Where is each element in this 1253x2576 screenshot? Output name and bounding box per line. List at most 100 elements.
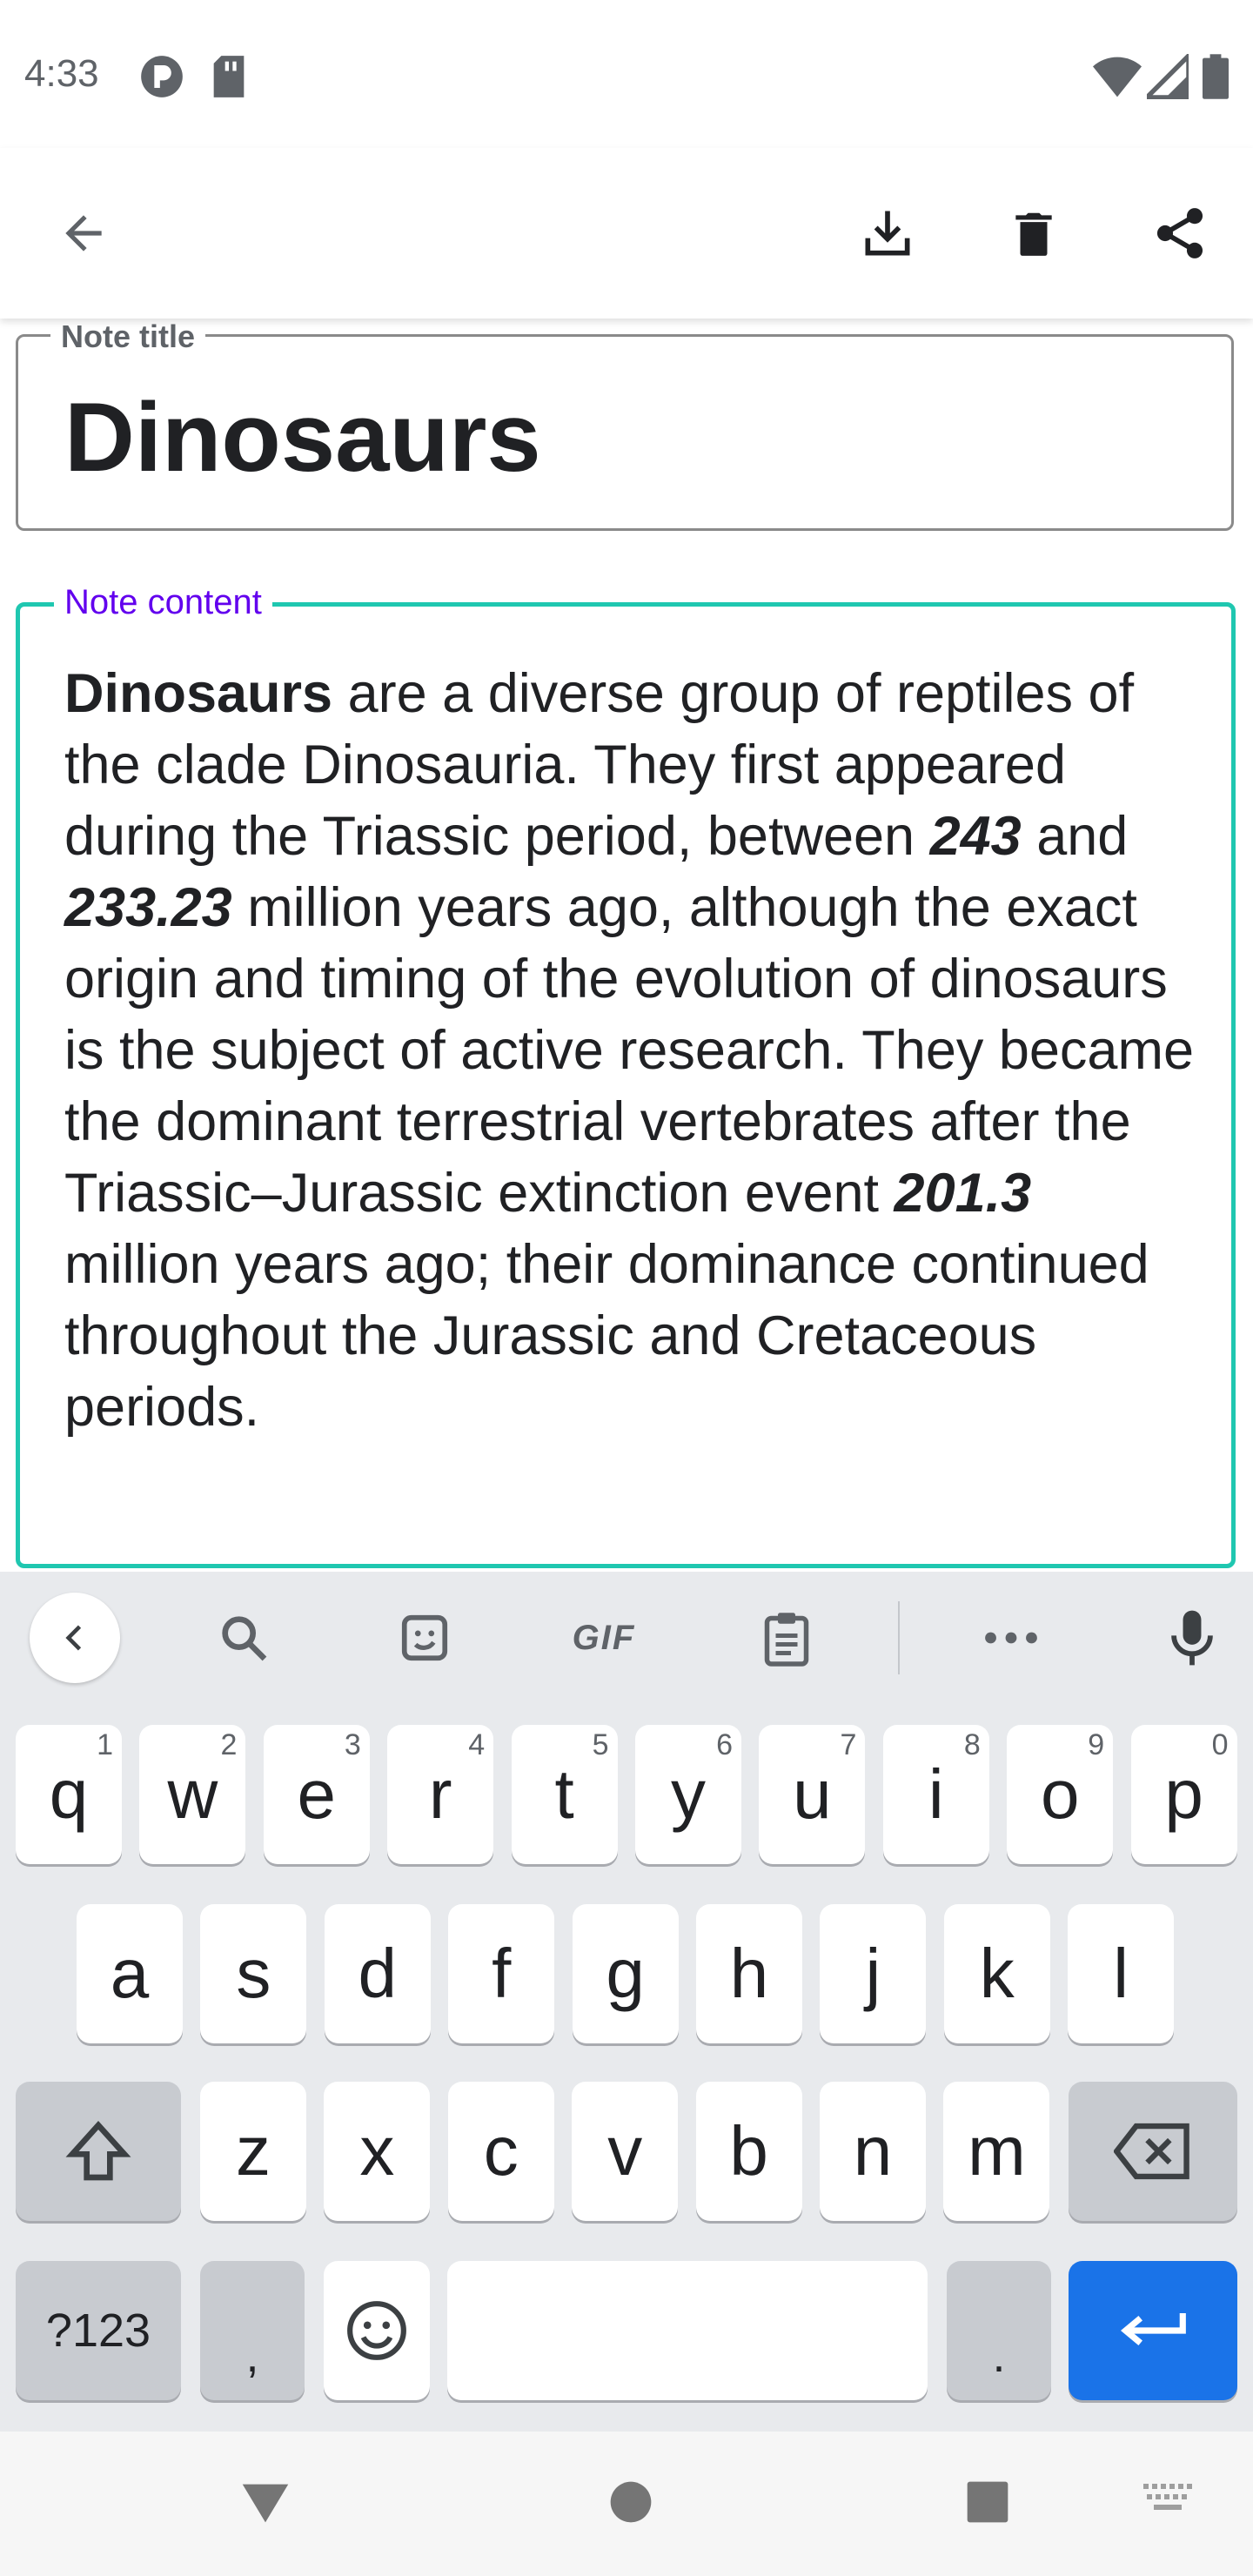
keyboard-gif-button[interactable]: GIF [559, 1593, 649, 1683]
key-i[interactable]: i8 [882, 1725, 989, 1864]
key-label: v [607, 2112, 643, 2190]
keyboard-toolbar: GIF [0, 1572, 1253, 1702]
key-g[interactable]: g [572, 1904, 679, 2043]
key-label: s [236, 1935, 271, 2012]
key-label: u [793, 1755, 832, 1833]
content-text-run: million years ago; their dominance conti… [64, 1234, 1149, 1438]
key-label: t [554, 1755, 574, 1833]
keyboard-sticker-button[interactable] [379, 1593, 470, 1683]
key-label: p [1164, 1755, 1203, 1833]
share-icon [1156, 208, 1203, 258]
wifi-icon [1093, 54, 1142, 104]
key-label: c [483, 2112, 519, 2190]
keyboard-clipboard-button[interactable] [741, 1593, 832, 1683]
key-c[interactable]: c [447, 2082, 554, 2221]
square-recents-icon [967, 2481, 1008, 2523]
content-number: 201.3 [894, 1163, 1032, 1224]
key-hint: 0 [1211, 1728, 1229, 1761]
space-key[interactable] [447, 2261, 928, 2400]
symbols-key[interactable]: ?123 [16, 2261, 181, 2400]
period-key[interactable]: . [947, 2261, 1051, 2400]
key-label: a [110, 1935, 150, 2012]
more-horizontal-icon [985, 1632, 1037, 1644]
keyboard-more-button[interactable] [966, 1593, 1056, 1683]
key-m[interactable]: m [943, 2082, 1050, 2221]
emoji-key[interactable] [324, 2261, 430, 2400]
key-v[interactable]: v [572, 2082, 679, 2221]
keyboard: GIF ?123 , . q1w2e3r4t5y6u7i8o9p0asdfghj… [0, 1572, 1253, 2432]
comma-key[interactable]: , [200, 2261, 305, 2400]
key-label: l [1113, 1935, 1129, 2012]
comma-key-label: , [245, 2330, 259, 2382]
navigation-bar [0, 2432, 1253, 2576]
gif-label: GIF [572, 1618, 636, 1657]
key-p[interactable]: p0 [1130, 1725, 1237, 1864]
keyboard-switch-button[interactable] [1140, 2480, 1196, 2524]
key-label: b [729, 2112, 768, 2190]
key-label: f [492, 1935, 512, 2012]
key-n[interactable]: n [820, 2082, 926, 2221]
emoji-icon [347, 2301, 406, 2360]
key-y[interactable]: y6 [635, 1725, 741, 1864]
sticker-icon [401, 1614, 448, 1661]
back-button[interactable] [31, 181, 136, 285]
key-d[interactable]: d [324, 1904, 431, 2043]
key-x[interactable]: x [324, 2082, 431, 2221]
nav-home-button[interactable] [600, 2472, 661, 2532]
key-hint: 1 [97, 1728, 113, 1761]
key-e[interactable]: e3 [263, 1725, 370, 1864]
share-button[interactable] [1128, 181, 1232, 285]
key-k[interactable]: k [943, 1904, 1050, 2043]
key-o[interactable]: o9 [1007, 1725, 1114, 1864]
key-l[interactable]: l [1068, 1904, 1175, 2043]
key-t[interactable]: t5 [511, 1725, 618, 1864]
circle-home-icon [610, 2481, 652, 2523]
key-w[interactable]: w2 [139, 1725, 246, 1864]
note-title-text[interactable]: Dinosaurs [64, 381, 541, 493]
key-f[interactable]: f [448, 1904, 555, 2043]
battery-icon [1203, 54, 1229, 104]
key-hint: 8 [963, 1728, 981, 1761]
key-h[interactable]: h [696, 1904, 802, 2043]
enter-key[interactable] [1069, 2261, 1237, 2400]
note-content-label: Note content [54, 583, 272, 622]
keyboard-icon [1143, 2484, 1192, 2510]
key-hint: 2 [220, 1728, 238, 1761]
keyboard-search-button[interactable] [198, 1593, 289, 1683]
backspace-icon [1114, 2123, 1189, 2180]
content-number: 233.23 [64, 877, 232, 938]
key-r[interactable]: r4 [387, 1725, 494, 1864]
key-label: z [236, 2112, 271, 2190]
keyboard-voice-button[interactable] [1147, 1593, 1237, 1683]
key-label: w [167, 1755, 218, 1833]
delete-icon [1015, 212, 1052, 256]
keyboard-collapse-button[interactable] [30, 1593, 120, 1683]
content-number: 243 [929, 806, 1022, 867]
note-title-label: Note title [50, 319, 206, 355]
key-b[interactable]: b [695, 2082, 802, 2221]
key-z[interactable]: z [200, 2082, 306, 2221]
content-bold-term: Dinosaurs [64, 663, 333, 724]
backspace-key[interactable] [1069, 2082, 1237, 2221]
shift-key[interactable] [16, 2082, 181, 2221]
microphone-icon [1171, 1610, 1213, 1666]
note-content-text[interactable]: Dinosaurs are a diverse group of reptile… [64, 658, 1196, 1443]
key-label: d [358, 1935, 398, 2012]
key-a[interactable]: a [77, 1904, 183, 2043]
signal-icon [1141, 50, 1191, 104]
key-j[interactable]: j [820, 1904, 927, 2043]
key-label: k [979, 1935, 1015, 2012]
nav-recents-button[interactable] [957, 2472, 1018, 2532]
key-label: j [865, 1935, 881, 2012]
key-hint: 4 [468, 1728, 486, 1761]
nav-back-button[interactable] [235, 2472, 296, 2532]
key-label: o [1040, 1755, 1080, 1833]
key-u[interactable]: u7 [759, 1725, 866, 1864]
key-s[interactable]: s [200, 1904, 307, 2043]
delete-button[interactable] [982, 181, 1086, 285]
status-bar: 4:33 [0, 0, 1253, 148]
download-icon [865, 211, 910, 256]
key-q[interactable]: q1 [16, 1725, 122, 1864]
download-button[interactable] [835, 181, 940, 285]
key-hint: 3 [344, 1728, 361, 1761]
